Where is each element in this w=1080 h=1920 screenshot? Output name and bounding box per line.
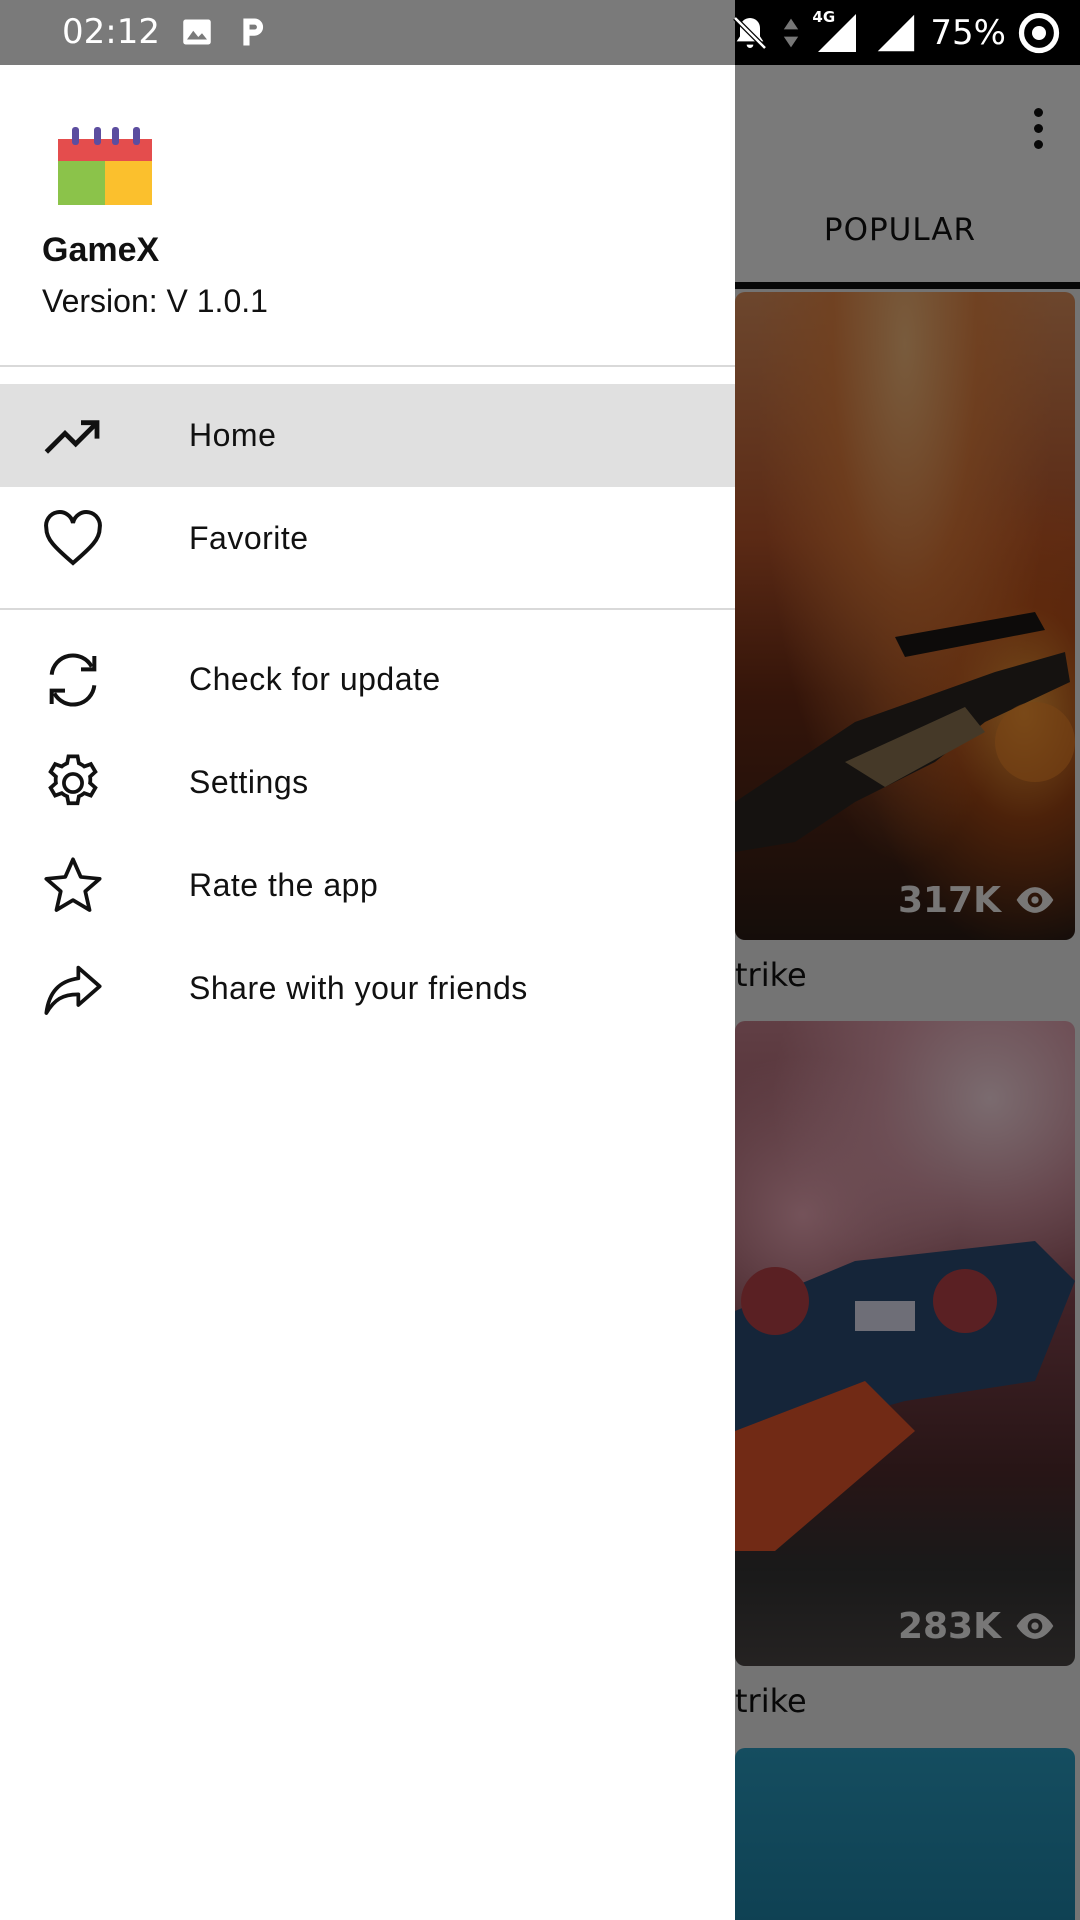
signal-icon: 4G xyxy=(812,8,860,56)
menu-item-share[interactable]: Share with your friends xyxy=(0,937,735,1040)
menu-item-favorite[interactable]: Favorite xyxy=(0,487,735,590)
app-version: Version: V 1.0.1 xyxy=(42,283,268,319)
network-type-label: 4G xyxy=(812,8,836,26)
status-icons: 4G 75% xyxy=(730,8,1060,56)
trending-up-icon xyxy=(40,403,106,469)
gear-icon xyxy=(40,750,106,816)
menu-label: Favorite xyxy=(189,520,309,556)
battery-percent: 75% xyxy=(930,13,1006,53)
eye-icon xyxy=(1018,12,1060,54)
divider xyxy=(0,365,735,367)
signal-icon-2 xyxy=(878,14,915,52)
status-bar: 02:12 4G 75% xyxy=(0,0,1080,65)
heart-icon xyxy=(40,506,106,572)
menu-item-home[interactable]: Home xyxy=(0,384,735,487)
navigation-drawer: GameX Version: V 1.0.1 Home Favorite Che… xyxy=(0,65,735,1920)
menu-label: Share with your friends xyxy=(189,970,528,1006)
app-name: GameX xyxy=(42,231,160,269)
menu-item-settings[interactable]: Settings xyxy=(0,731,735,834)
share-icon xyxy=(40,956,106,1022)
menu-label: Check for update xyxy=(189,661,441,697)
status-time: 02:12 xyxy=(62,12,160,52)
menu-label: Settings xyxy=(189,764,309,800)
refresh-icon xyxy=(40,647,106,713)
menu-label: Rate the app xyxy=(189,867,379,903)
divider xyxy=(0,608,735,610)
data-arrows-icon xyxy=(784,18,799,48)
mute-icon xyxy=(733,16,768,50)
menu-item-check-update[interactable]: Check for update xyxy=(0,628,735,731)
image-icon xyxy=(183,19,211,45)
star-icon xyxy=(40,853,106,919)
menu-item-rate-app[interactable]: Rate the app xyxy=(0,834,735,937)
p-icon xyxy=(243,18,264,46)
menu-label: Home xyxy=(189,417,277,453)
app-logo-icon xyxy=(58,127,152,205)
